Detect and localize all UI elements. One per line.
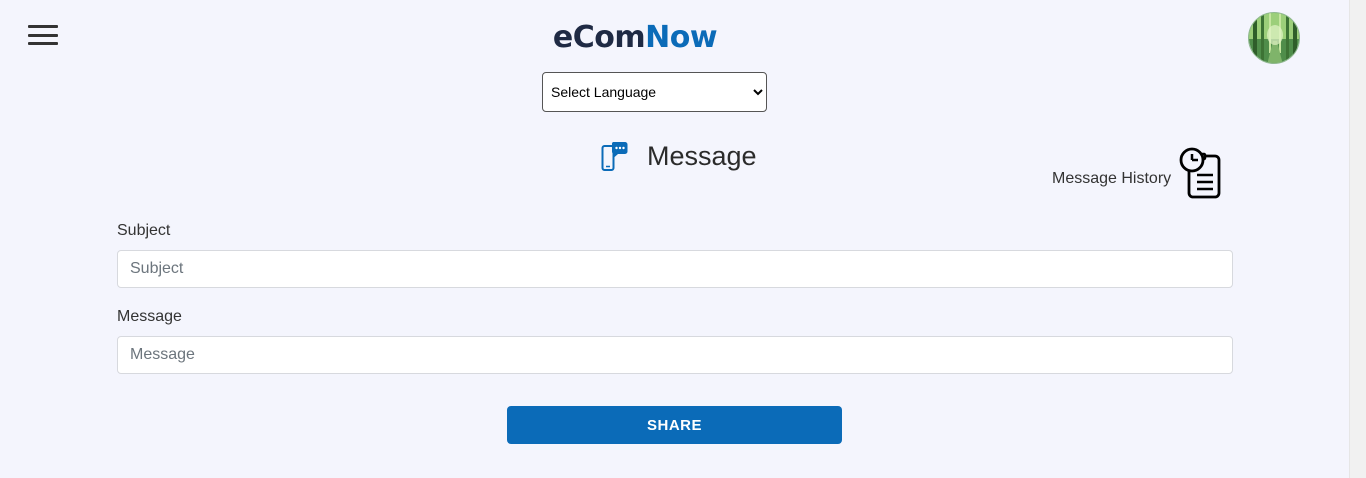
message-history-label: Message History bbox=[1052, 170, 1172, 187]
avatar-forest-image bbox=[1249, 13, 1299, 63]
page-title-row: Message bbox=[600, 138, 757, 174]
page-scrollbar[interactable] bbox=[1349, 0, 1366, 478]
language-select[interactable]: Select Language bbox=[542, 72, 767, 112]
message-history-link[interactable]: Message History bbox=[1052, 146, 1225, 200]
phone-chat-icon bbox=[601, 142, 628, 171]
page-title: Message bbox=[647, 140, 757, 171]
message-label: Message bbox=[117, 308, 182, 325]
subject-label: Subject bbox=[117, 222, 171, 239]
clipboard-clock-icon bbox=[1179, 147, 1221, 199]
logo-text-ecom: eCom bbox=[552, 20, 646, 55]
user-avatar[interactable] bbox=[1248, 12, 1300, 64]
share-button[interactable]: SHARE bbox=[507, 406, 842, 444]
logo-text-now: Now bbox=[645, 20, 718, 55]
app-logo[interactable]: eComNow bbox=[0, 20, 1270, 55]
subject-input[interactable] bbox=[117, 250, 1233, 288]
message-input[interactable] bbox=[117, 336, 1233, 374]
